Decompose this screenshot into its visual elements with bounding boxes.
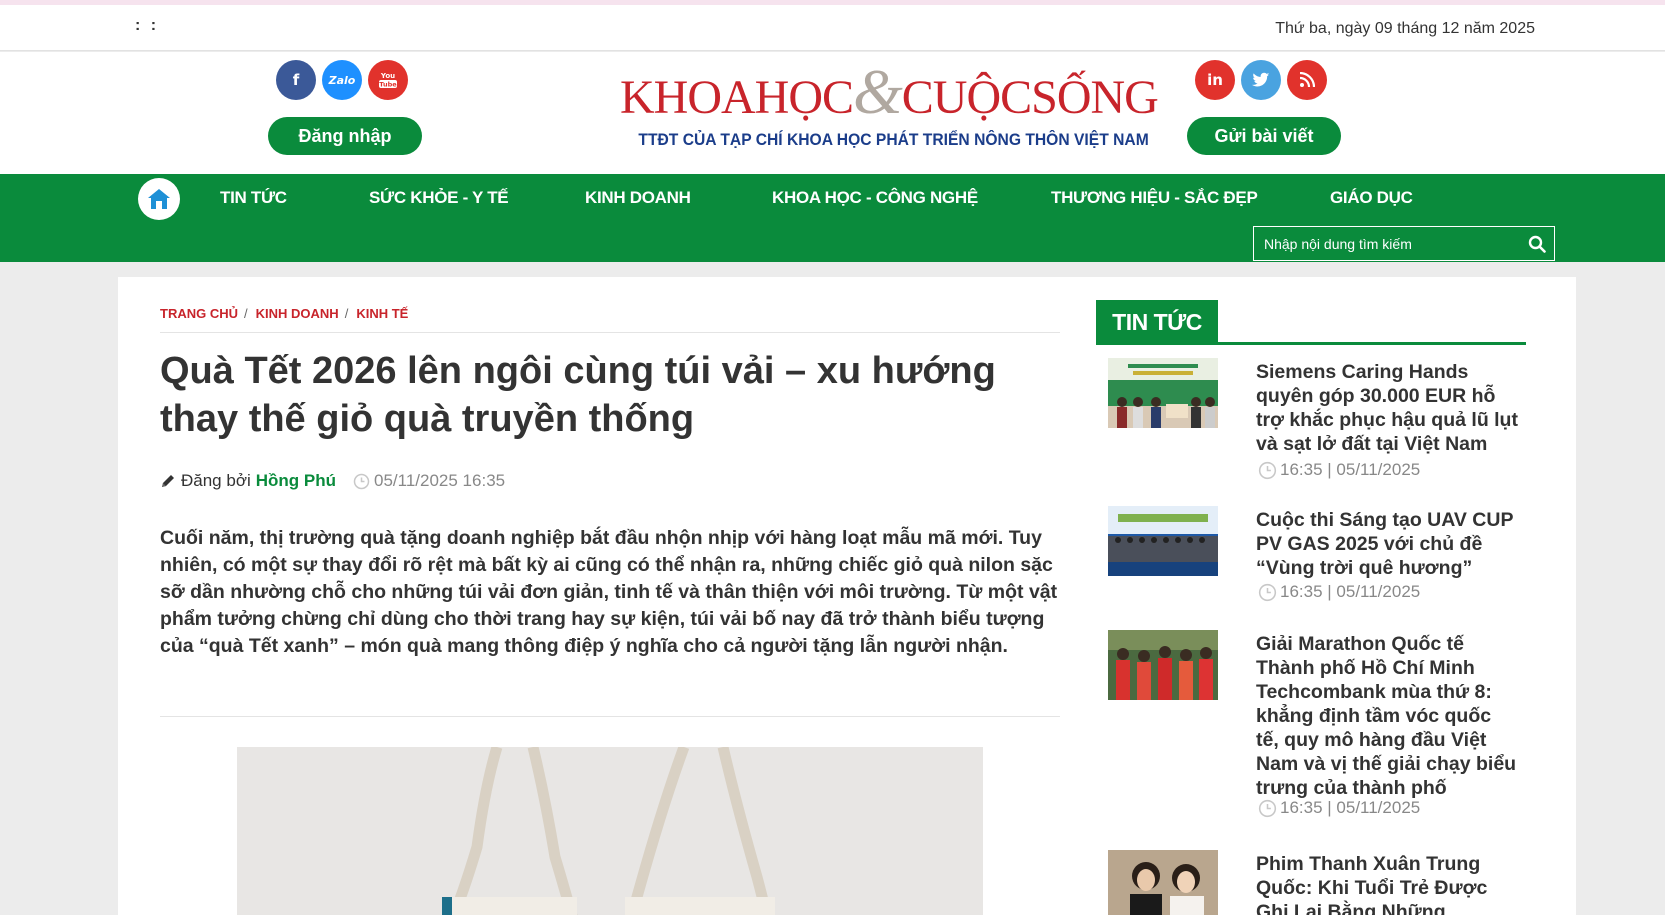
news-time: 16:35 | 05/11/2025: [1258, 798, 1420, 818]
nav-item-giao-duc[interactable]: GIÁO DỤC: [1330, 188, 1413, 208]
zalo-icon[interactable]: Zalo: [322, 60, 362, 100]
article-datetime: 05/11/2025 16:35: [374, 471, 506, 490]
clock-icon: [353, 473, 370, 489]
search-icon[interactable]: [1520, 227, 1554, 260]
nav-item-thuong-hieu[interactable]: THƯƠNG HIỆU - SẮC ĐẸP: [1051, 188, 1258, 208]
facebook-icon[interactable]: f: [276, 60, 316, 100]
breadcrumb-separator: /: [344, 306, 349, 321]
nav-item-khoa-hoc[interactable]: KHOA HỌC - CÔNG NGHỆ: [772, 188, 978, 208]
news-title[interactable]: Cuộc thi Sáng tạo UAV CUP PV GAS 2025 vớ…: [1256, 508, 1518, 580]
nav-item-suc-khoe[interactable]: SỨC KHỎE - Y TẾ: [369, 188, 509, 208]
news-thumb-image: [1108, 358, 1218, 428]
search-box: [1253, 226, 1555, 261]
divider: [160, 332, 1060, 333]
article-byline: Đăng bởi Hồng Phú 05/11/2025 16:35: [160, 471, 505, 491]
linkedin-icon[interactable]: in: [1195, 60, 1235, 100]
clock-icon: [1258, 461, 1277, 479]
logo-ampersand: &: [853, 56, 903, 127]
article-image: [237, 747, 983, 915]
news-thumb-image: [1108, 506, 1218, 576]
rss-glyph: [1299, 72, 1315, 88]
news-time-text: 16:35 | 05/11/2025: [1280, 798, 1421, 817]
search-input[interactable]: [1264, 235, 1520, 252]
home-icon[interactable]: [138, 178, 180, 220]
news-title[interactable]: Giải Marathon Quốc tế Thành phố Hồ Chí M…: [1256, 632, 1518, 800]
current-date: Thứ ba, ngày 09 tháng 12 năm 2025: [1275, 20, 1535, 37]
top-bar-dots: : :: [135, 17, 160, 34]
main-content: TRANG CHỦ / KINH DOANH / KINH TẾ Quà Tết 2…: [118, 277, 1576, 915]
news-time: 16:35 | 05/11/2025: [1258, 582, 1420, 602]
main-navigation: TIN TỨC SỨC KHỎE - Y TẾ KINH DOANH KHOA …: [0, 174, 1665, 262]
breadcrumb-item-economy[interactable]: KINH TẾ: [356, 306, 408, 321]
news-thumbnail[interactable]: [1108, 506, 1218, 576]
nav-item-kinh-doanh[interactable]: KINH DOANH: [585, 188, 691, 208]
news-thumbnail[interactable]: [1108, 630, 1218, 700]
divider: [160, 716, 1060, 717]
breadcrumb-item-business[interactable]: KINH DOANH: [256, 306, 339, 321]
youtube-glyph: You Tube: [379, 72, 397, 89]
top-bar: : : Thứ ba, ngày 09 tháng 12 năm 2025: [0, 5, 1665, 51]
home-glyph: [148, 189, 170, 209]
breadcrumb: TRANG CHỦ / KINH DOANH / KINH TẾ: [160, 306, 408, 321]
youtube-icon[interactable]: You Tube: [368, 60, 408, 100]
svg-text:You: You: [380, 72, 395, 80]
site-logo[interactable]: KHOAHỌC&CUỘCSỐNG TTĐT CỦA TẠP CHÍ KHOA H…: [620, 60, 1159, 150]
submit-article-button[interactable]: Gửi bài viết: [1187, 117, 1341, 155]
clock-icon: [1258, 799, 1277, 817]
twitter-glyph: [1252, 72, 1270, 87]
news-thumb-image: [1108, 630, 1218, 700]
sidebar-heading-tab[interactable]: TIN TỨC: [1096, 300, 1218, 345]
logo-wordmark: KHOAHỌC&CUỘCSỐNG: [620, 60, 1159, 126]
social-links-left: f Zalo You Tube: [276, 60, 408, 100]
news-thumbnail[interactable]: [1108, 850, 1218, 915]
news-title[interactable]: Siemens Caring Hands quyên góp 30.000 EU…: [1256, 360, 1518, 456]
sidebar-heading: TIN TỨC: [1096, 300, 1526, 345]
logo-word-2: CUỘCSỐNG: [901, 71, 1159, 124]
author-link[interactable]: Hồng Phú: [256, 471, 336, 491]
twitter-icon[interactable]: [1241, 60, 1281, 100]
news-title[interactable]: Phim Thanh Xuân Trung Quốc: Khi Tuổi Trẻ…: [1256, 852, 1518, 915]
search-glyph: [1528, 235, 1546, 253]
article-time: 05/11/2025 16:35: [353, 471, 505, 491]
nav-item-tin-tuc[interactable]: TIN TỨC: [220, 188, 287, 208]
posted-by-label: Đăng bởi: [181, 471, 251, 490]
clock-icon: [1258, 583, 1277, 601]
news-time: 16:35 | 05/11/2025: [1258, 460, 1420, 480]
login-button[interactable]: Đăng nhập: [268, 117, 422, 155]
logo-subtitle: TTĐT CỦA TẠP CHÍ KHOA HỌC PHÁT TRIỂN NÔN…: [638, 130, 1149, 149]
breadcrumb-item-home[interactable]: TRANG CHỦ: [160, 306, 238, 321]
news-thumb-image: [1108, 850, 1218, 915]
logo-word-1: KHOAHỌC: [620, 71, 854, 124]
article-title: Quà Tết 2026 lên ngôi cùng túi vải – xu …: [160, 350, 996, 440]
rss-icon[interactable]: [1287, 60, 1327, 100]
article-lead: Cuối năm, thị trường quà tặng doanh nghi…: [160, 527, 1058, 657]
breadcrumb-separator: /: [244, 306, 248, 321]
svg-text:Tube: Tube: [379, 81, 397, 89]
news-thumbnail[interactable]: [1108, 358, 1218, 428]
tote-bags-image: [237, 747, 983, 915]
news-time-text: 16:35 | 05/11/2025: [1280, 582, 1421, 601]
news-time-text: 16:35 | 05/11/2025: [1280, 460, 1421, 479]
pencil-icon: [162, 475, 174, 487]
site-header: f Zalo You Tube Đăng nhập KHOAHỌC&CUỘCSỐ…: [0, 52, 1665, 174]
social-links-right: in: [1195, 60, 1327, 100]
